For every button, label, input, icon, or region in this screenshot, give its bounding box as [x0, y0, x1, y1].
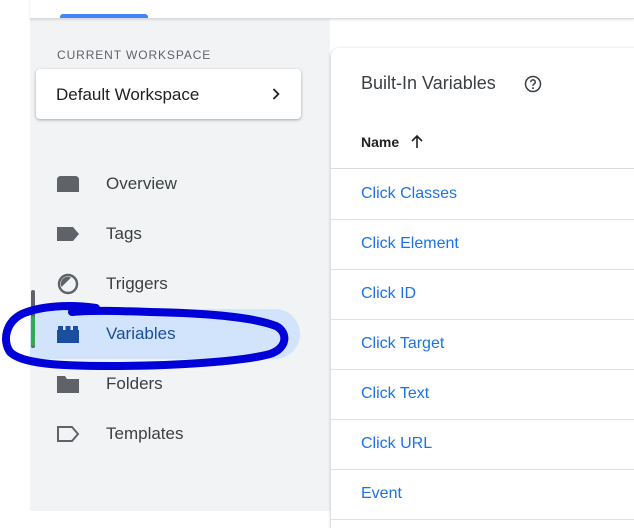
variable-link[interactable]: Click Element	[361, 235, 459, 253]
scroll-indicator	[31, 316, 35, 346]
variable-link[interactable]: Event	[361, 485, 402, 503]
top-bar	[30, 0, 634, 19]
table-row: Click URL	[331, 419, 634, 470]
table-row: Click Classes	[331, 169, 634, 220]
variables-icon	[57, 326, 79, 343]
sidebar-item-label: Folders	[106, 374, 163, 393]
variable-link[interactable]: Click Classes	[361, 185, 457, 203]
sidebar-item-label: Templates	[106, 424, 184, 443]
table-row: Click Text	[331, 369, 634, 420]
name-column-header[interactable]: Name	[361, 134, 399, 150]
sidebar-item-label: Triggers	[106, 274, 168, 293]
sidebar-item-variables[interactable]: Variables	[30, 309, 300, 359]
table-row: Event	[331, 469, 634, 520]
arrow-up-icon[interactable]	[409, 134, 425, 150]
sidebar-item-templates[interactable]: Templates	[30, 409, 300, 459]
chevron-right-icon	[272, 88, 280, 100]
workspace-section-label: CURRENT WORKSPACE	[57, 48, 212, 62]
sidebar-item-tags[interactable]: Tags	[30, 209, 300, 259]
sidebar-item-folders[interactable]: Folders	[30, 359, 300, 409]
sidebar-item-label: Variables	[106, 324, 176, 343]
help-icon[interactable]	[524, 75, 542, 93]
sidebar-item-triggers[interactable]: Triggers	[30, 259, 300, 309]
variable-link[interactable]: Click ID	[361, 285, 416, 303]
overview-icon	[57, 176, 79, 192]
builtin-variables-card: Built-In Variables Name Click Classes Cl…	[331, 48, 634, 528]
template-icon	[57, 426, 80, 442]
tag-icon	[57, 227, 79, 241]
variable-link[interactable]: Click Text	[361, 385, 429, 403]
trigger-icon	[57, 273, 79, 295]
left-margin	[0, 0, 30, 511]
table-row: Click ID	[331, 269, 634, 320]
active-tab-indicator	[60, 14, 148, 18]
variable-link[interactable]: Click Target	[361, 335, 444, 353]
workspace-name: Default Workspace	[56, 85, 200, 104]
sidebar-item-label: Overview	[106, 174, 177, 193]
workspace-selector[interactable]: Default Workspace	[36, 69, 301, 119]
variable-link[interactable]: Click URL	[361, 435, 432, 453]
sidebar-item-label: Tags	[106, 224, 142, 243]
table-row: Click Target	[331, 319, 634, 370]
card-title: Built-In Variables	[361, 73, 496, 93]
folder-icon	[57, 376, 79, 393]
sidebar-item-overview[interactable]: Overview	[30, 159, 300, 209]
table-row: Click Element	[331, 219, 634, 270]
